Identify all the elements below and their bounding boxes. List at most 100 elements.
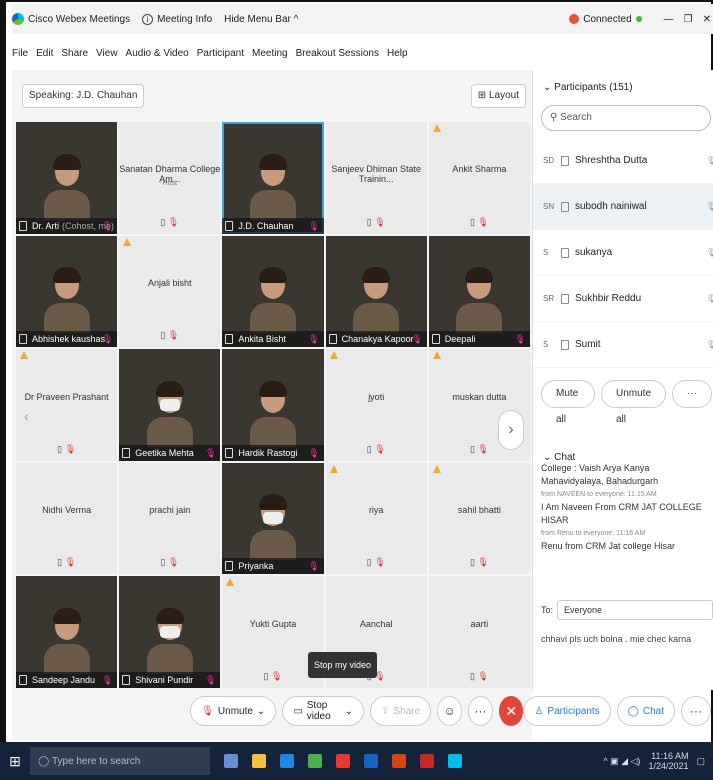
participant-tile[interactable]: aarti ▯ 🎙 <box>428 576 530 688</box>
participant-search-input[interactable]: ⚲ Search <box>541 105 711 131</box>
participant-tile[interactable]: Sanjeev Dhiman State Trainin... ▯ 🎙 <box>325 122 427 234</box>
pdf-icon[interactable] <box>420 754 434 768</box>
task-view-icon[interactable] <box>224 754 238 768</box>
stop-video-button[interactable]: ▭ Stop video ⌄ <box>282 696 365 726</box>
chevron-down-icon: ⌄ <box>256 705 266 717</box>
connection-status[interactable]: Connected <box>569 14 642 25</box>
menu-item-breakout-sessions[interactable]: Breakout Sessions <box>296 48 379 59</box>
more-button[interactable]: ··· <box>468 696 493 726</box>
participant-list-item[interactable]: SD Shreshtha Dutta 🎙 <box>533 138 713 184</box>
participant-tile[interactable]: sahil bhatti ▯ 🎙 <box>428 462 530 575</box>
participants-header[interactable]: ⌄ Participants (151) <box>533 70 713 99</box>
participants-button[interactable]: ♙ Participants <box>523 696 611 726</box>
mic-muted-icon: 🎙 <box>308 334 320 345</box>
menu-item-file[interactable]: File <box>12 48 28 59</box>
menu-item-edit[interactable]: Edit <box>36 48 53 59</box>
chat-message-sender: from NAVEEN to everyone: 11:15 AM <box>541 491 657 498</box>
participant-tile[interactable]: Dr Praveen Prashant ▯ 🎙 <box>16 349 118 461</box>
clock[interactable]: 11:16 AM 1/24/2021 <box>648 751 688 771</box>
participant-name-label: Sandeep Jandu 🎙 <box>16 671 118 688</box>
participant-name: Sandeep Jandu <box>32 674 96 685</box>
raised-hand-icon <box>432 124 441 132</box>
powerpoint-icon[interactable] <box>392 754 406 768</box>
layout-label: Layout <box>488 90 519 101</box>
panel-more-button[interactable]: ··· <box>681 696 711 726</box>
participant-tile[interactable]: Hardik Rastogi 🎙 <box>222 349 324 461</box>
participant-list-item[interactable]: Ssukanya 🎙 <box>533 230 713 276</box>
participant-tile[interactable]: Sandeep Jandu 🎙 <box>16 576 118 688</box>
share-button[interactable]: ⇪ Share <box>370 696 432 726</box>
taskbar-search-placeholder: Type here to search <box>51 755 141 767</box>
participant-tile[interactable]: J.D. Chauhan 🎙 <box>222 122 324 234</box>
next-page-button[interactable]: › <box>498 410 524 450</box>
notifications-icon[interactable]: ▢ <box>696 756 705 767</box>
participant-status: ▯ 🎙 <box>326 557 427 568</box>
recipient-select[interactable]: Everyone <box>557 600 713 620</box>
mic-muted-icon: 🎙 <box>705 156 713 165</box>
minimize-button[interactable]: — <box>664 14 674 25</box>
participant-name: Dr Praveen Prashant <box>24 391 109 402</box>
participant-list-item[interactable]: SR Sukhbir Reddu 🎙 <box>533 276 713 322</box>
participant-name: jyoti <box>368 391 385 402</box>
mic-muted-icon: 🎙 <box>101 674 114 685</box>
participant-tile[interactable]: prachi jain ▯ 🎙 <box>119 462 221 575</box>
layout-button[interactable]: ⊞ Layout <box>470 84 526 108</box>
device-icon <box>225 561 234 572</box>
previous-page-icon[interactable]: ‹ <box>24 408 29 424</box>
menu-bar: File Edit Share View Audio & Video Participan… <box>12 42 713 64</box>
participant-tile[interactable]: Priyanka 🎙 <box>222 462 324 575</box>
menu-item-participant[interactable]: Participant <box>197 48 244 59</box>
participant-tile[interactable]: Abhishek kaushas 🎙 <box>16 235 118 348</box>
chat-button[interactable]: ◯ Chat <box>616 696 675 726</box>
menu-item-meeting[interactable]: Meeting <box>252 48 288 59</box>
participant-tile[interactable]: Geetika Mehta 🎙 <box>119 349 221 461</box>
participant-tile[interactable]: Ankit Sharma ▯ 🎙 <box>428 122 530 234</box>
raised-hand-icon <box>20 351 28 360</box>
restore-button[interactable]: ❐ <box>684 14 693 25</box>
more-options-button[interactable]: ··· <box>672 380 712 408</box>
participant-tile[interactable]: Anjali bisht ▯ 🎙 <box>119 235 221 348</box>
file-explorer-icon[interactable] <box>252 754 266 768</box>
device-icon <box>561 201 569 212</box>
participant-tile[interactable]: Dr. Arti (Cohost, me) 🎙 <box>16 122 118 234</box>
mic-muted-icon: 🎙 <box>705 248 713 257</box>
device-icon <box>225 447 234 458</box>
edge-icon[interactable] <box>280 754 294 768</box>
search-icon: ⚲ <box>550 112 561 123</box>
participant-tile[interactable]: Chanakya Kapoor 🎙 <box>325 235 427 348</box>
raised-hand-icon <box>226 578 235 587</box>
word-icon[interactable] <box>364 754 378 768</box>
store-icon[interactable] <box>308 754 322 768</box>
menu-item-view[interactable]: View <box>96 48 118 59</box>
hide-menu-bar-button[interactable]: Hide Menu Bar ^ <box>224 14 298 25</box>
unmute-button[interactable]: 🎙 Unmute ⌄ <box>190 696 277 726</box>
menu-item-audio-video[interactable]: Audio & Video <box>126 48 189 59</box>
chat-input[interactable]: chhavi pls uch bolna . mie chec karna <box>541 634 713 644</box>
participant-list-item[interactable]: SCSumit Chhibber🎙 <box>533 368 713 378</box>
tray-icons[interactable]: ^ ▣ ◢ ◁) <box>603 756 640 767</box>
menu-item-share[interactable]: Share <box>61 48 88 59</box>
participant-list-item[interactable]: S Sumit 🎙 <box>533 322 713 368</box>
close-button[interactable]: ✕ <box>703 14 711 25</box>
person-icon: ♙ <box>534 705 544 717</box>
taskbar-search-input[interactable]: ◯ Type here to search <box>30 747 210 775</box>
windows-start-icon[interactable]: ⊞ <box>0 753 30 770</box>
participant-tile[interactable]: riya ▯ 🎙 <box>325 462 427 575</box>
participant-tile[interactable]: Shivani Pundir 🎙 <box>119 576 221 688</box>
mute-all-button[interactable]: Mute all <box>541 380 595 425</box>
participant-tile[interactable]: Ankita Bisht 🎙 <box>222 235 324 348</box>
participant-list-item[interactable]: SN subodh nainiwal 🎙 <box>533 184 713 230</box>
menu-item-help[interactable]: Help <box>387 48 408 59</box>
unmute-all-button[interactable]: Unmute all <box>600 380 666 425</box>
participant-list[interactable]: SD Shreshtha Dutta 🎙 SN subodh nainiwal 🎙 Ssuk… <box>533 138 713 378</box>
participant-status: ▯ 🎙 <box>429 671 530 682</box>
participant-tile[interactable]: Nidhi Verma ▯ 🎙 <box>16 462 118 575</box>
webex-taskbar-icon[interactable] <box>448 754 462 768</box>
leave-meeting-button[interactable]: ✕ <box>498 696 524 726</box>
chrome-icon[interactable] <box>336 754 350 768</box>
participant-tile[interactable]: Deepali 🎙 <box>428 235 530 348</box>
meeting-info-button[interactable]: i Meeting Info <box>142 13 212 25</box>
reactions-button[interactable]: ☺ <box>437 696 463 726</box>
participant-tile[interactable]: jyoti ▯ 🎙 <box>325 349 427 461</box>
participant-tile[interactable]: Sanatan Dharma College Am... Host ▯ 🎙 <box>119 122 221 234</box>
